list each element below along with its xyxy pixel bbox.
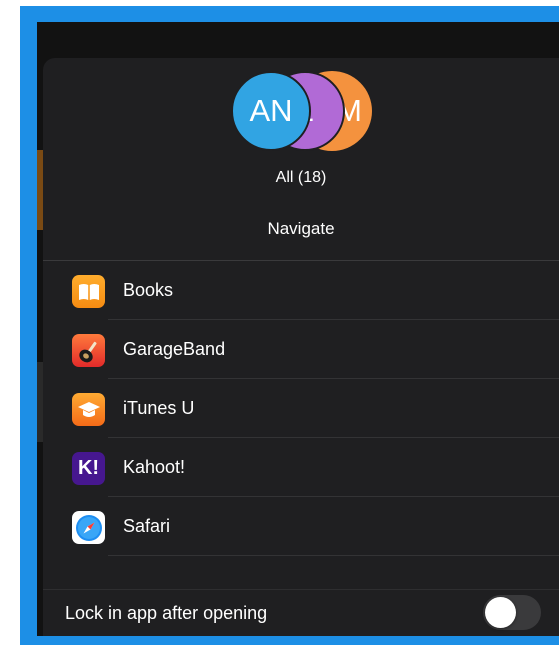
safari-icon xyxy=(72,511,105,544)
app-name: Safari xyxy=(123,516,171,536)
student-avatars[interactable]: M L AN xyxy=(231,71,381,153)
avatar: AN xyxy=(231,71,311,151)
app-row-itunes-u[interactable]: iTunes U xyxy=(43,379,559,438)
app-row-books[interactable]: Books xyxy=(43,261,559,320)
page-title: Navigate xyxy=(267,219,335,238)
lock-in-app-toggle[interactable] xyxy=(483,595,541,630)
app-name: Books xyxy=(123,280,174,300)
books-icon xyxy=(72,275,105,308)
lock-in-app-label: Lock in app after opening xyxy=(65,603,268,623)
divider xyxy=(43,589,559,590)
app-name: Kahoot! xyxy=(123,457,186,477)
navigate-sheet: M L AN All (18) Navigate Books xyxy=(43,58,559,636)
app-row-safari[interactable]: Safari xyxy=(43,497,559,556)
toggle-knob xyxy=(485,597,516,628)
divider xyxy=(108,555,559,556)
app-list: Books GarageBand iTunes U K! Kahoot! Saf… xyxy=(43,261,559,556)
app-name: GarageBand xyxy=(123,339,226,359)
all-students-label: All (18) xyxy=(275,169,327,186)
app-name: iTunes U xyxy=(123,398,195,418)
garageband-icon xyxy=(72,334,105,367)
kahoot-icon: K! xyxy=(72,452,105,485)
app-row-kahoot[interactable]: K! Kahoot! xyxy=(43,438,559,497)
app-row-garageband[interactable]: GarageBand xyxy=(43,320,559,379)
itunes-u-icon xyxy=(72,393,105,426)
